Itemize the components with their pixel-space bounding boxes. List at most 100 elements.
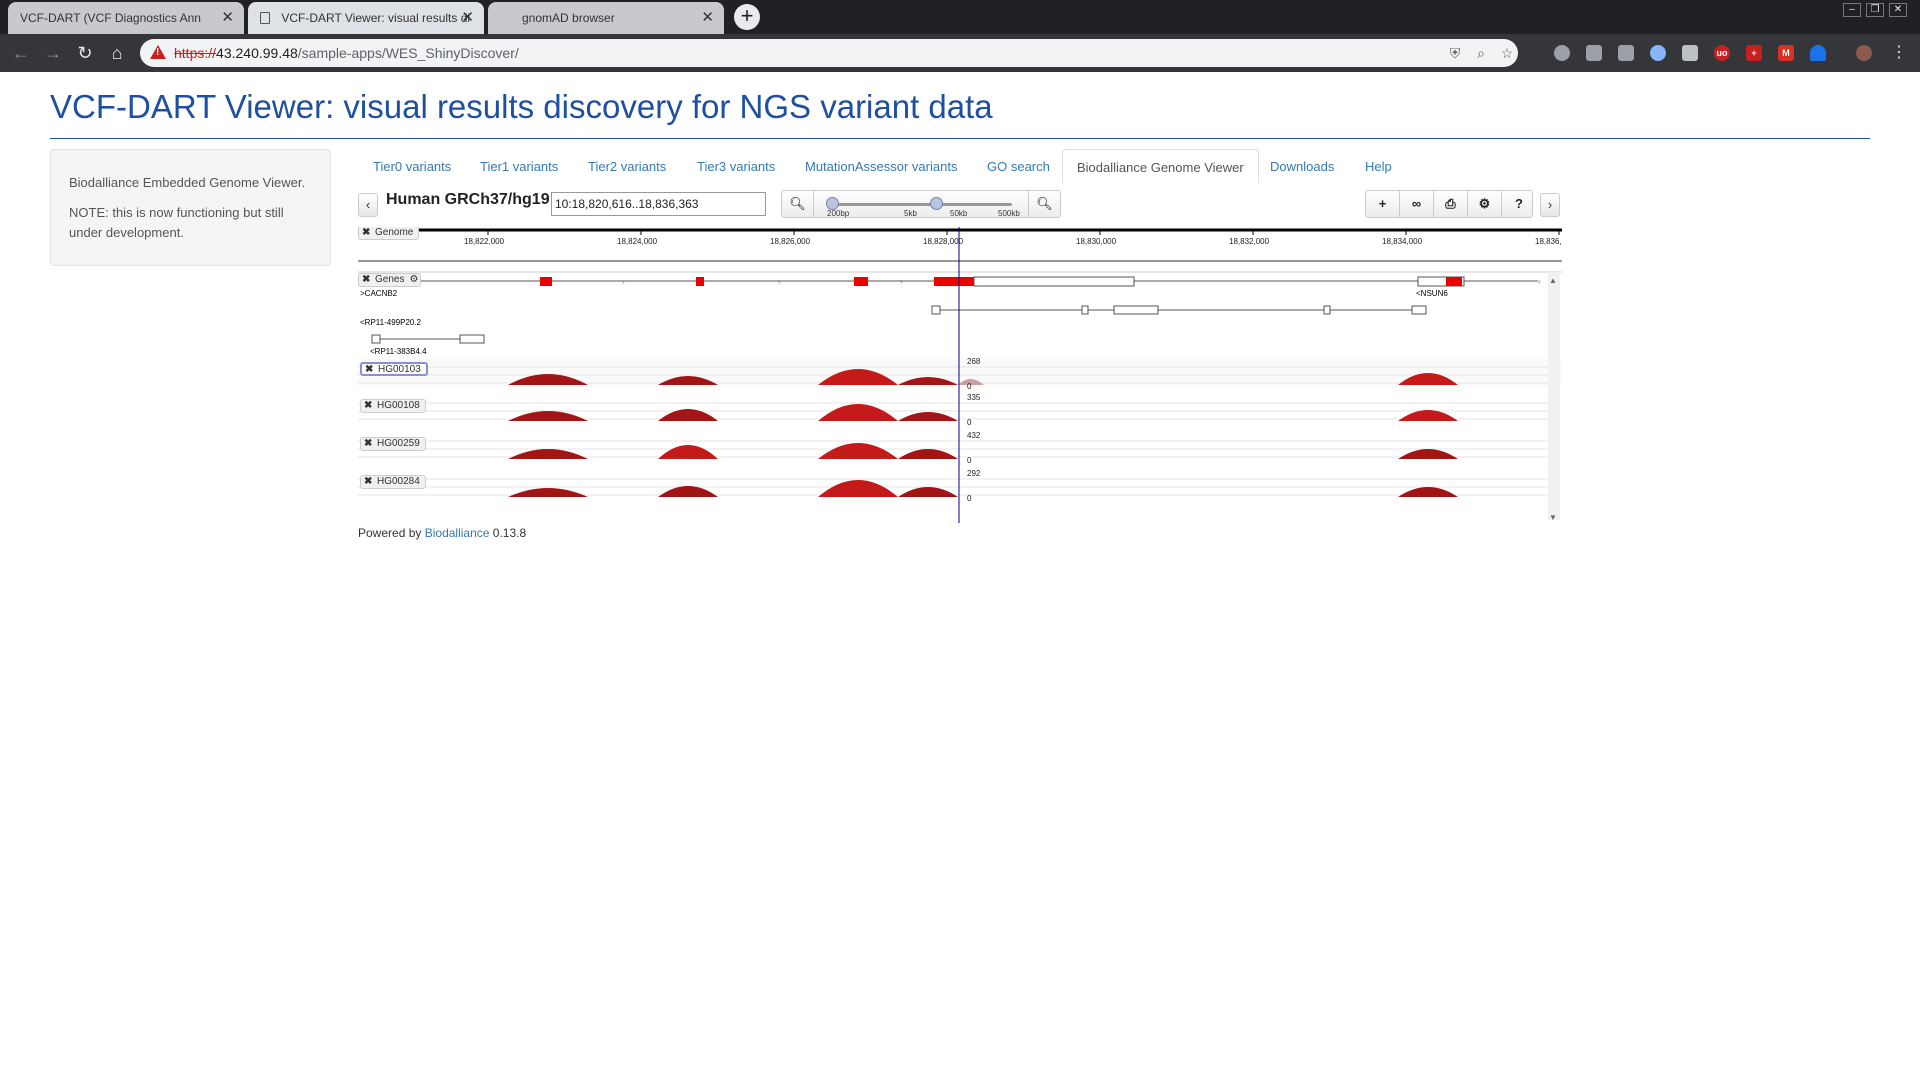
remove-track-icon[interactable]: ✖ (362, 227, 370, 239)
address-bar[interactable]: ! https://43.240.99.48/sample-apps/WES_S… (140, 39, 1518, 67)
tab-title: VCF-DART Viewer: visual results di (281, 11, 471, 25)
print-icon[interactable]: ⎙ (1434, 191, 1468, 217)
remove-track-icon[interactable]: ✖ (362, 274, 370, 286)
powered-by: Powered by Biodalliance 0.13.8 (358, 526, 526, 540)
gene-label-rp11-383b4[interactable]: <RP11-383B4.4 (370, 347, 427, 356)
page-title: VCF-DART Viewer: visual results discover… (50, 88, 993, 125)
menu-kebab-icon[interactable]: ⋮ (1886, 40, 1912, 66)
ruler-tick-label: 18,834,000 (1382, 237, 1423, 246)
extension-message-icon[interactable] (1682, 45, 1698, 61)
coverage-max: 335 (967, 393, 981, 402)
gene-label-rp11-499p20[interactable]: <RP11-499P20.2 (360, 318, 421, 327)
track-label-hg00103[interactable]: ✖ HG00103 (360, 362, 428, 376)
extension-plus-icon[interactable]: + (1746, 45, 1762, 61)
track-name: HG00284 (377, 476, 420, 487)
close-icon[interactable]: ✕ (701, 2, 714, 34)
bookmark-star-icon[interactable]: ☆ (1498, 45, 1516, 61)
remove-track-icon[interactable]: ✖ (365, 364, 373, 376)
zoom-out-icon[interactable]: 🔍︎ (782, 191, 814, 217)
extension-shield-icon[interactable] (1618, 45, 1634, 61)
coverage-max: 432 (967, 431, 981, 440)
remove-track-icon[interactable]: ✖ (364, 400, 372, 412)
remove-track-icon[interactable]: ✖ (364, 476, 372, 488)
forward-icon[interactable]: → (40, 40, 66, 66)
tab-tier1-variants[interactable]: Tier1 variants (480, 149, 558, 184)
tab-tier2-variants[interactable]: Tier2 variants (588, 149, 666, 184)
utr (973, 276, 1135, 287)
track-area[interactable]: › › › ‹ ▲ ▼ 18,822,000 18,824,000 18,826… (358, 227, 1562, 523)
zoom-label-200bp: 200bp (827, 209, 850, 218)
coverage-hg00284 (358, 478, 1548, 497)
url-scheme: https:// (174, 45, 217, 61)
extension-cast-icon[interactable] (1586, 45, 1602, 61)
tab-tier0-variants[interactable]: Tier0 variants (373, 149, 451, 184)
back-icon[interactable]: ← (8, 40, 34, 66)
exon (696, 277, 704, 286)
browser-tab-vcf-dart[interactable]: VCF-DART (VCF Diagnostics Ann ✕ (8, 2, 244, 34)
close-icon[interactable]: ✕ (221, 2, 234, 34)
coverage-min: 0 (967, 418, 972, 427)
chevron-left-icon: ‹ (365, 197, 371, 212)
remove-track-icon[interactable]: ✖ (364, 438, 372, 450)
zoom-in-icon[interactable]: 🔍︎ (1028, 191, 1060, 217)
not-secure-warning-icon[interactable]: ! (150, 45, 166, 59)
browser-tab-viewer[interactable]: VCF-DART Viewer: visual results di ✕ (248, 2, 484, 34)
blocked-content-icon[interactable]: ⛨ (1446, 45, 1464, 61)
version: 0.13.8 (492, 526, 527, 540)
home-icon[interactable]: ⌂ (104, 40, 130, 66)
zoom-slider-track[interactable] (832, 203, 1012, 206)
tab-go-search[interactable]: GO search (987, 149, 1050, 184)
coverage-min: 0 (967, 382, 972, 391)
tab-help[interactable]: Help (1365, 149, 1392, 184)
coverage-hg00108 (358, 402, 1548, 421)
genome-viewer: ‹ Human GRCh37/hg19 🔍︎ 200bp 5kb 50kb 50… (358, 189, 1562, 523)
track-label-hg00284[interactable]: ✖ HG00284 (360, 475, 426, 489)
track-name: HG00108 (377, 400, 420, 411)
ruler-tick-label: 18,824,000 (617, 237, 658, 246)
coverage-min: 0 (967, 494, 972, 503)
tab-tier3-variants[interactable]: Tier3 variants (697, 149, 775, 184)
gene-label-nsun6[interactable]: <NSUN6 (1416, 289, 1448, 298)
track-name: HG00259 (377, 438, 420, 449)
coverage-max: 292 (967, 469, 981, 478)
minimize-icon[interactable]: – (1843, 3, 1861, 17)
coverage-max: 268 (967, 357, 981, 366)
help-icon[interactable]: ? (1502, 191, 1536, 217)
extension-search-icon[interactable] (1650, 45, 1666, 61)
track-settings-icon[interactable]: ⚙ (410, 274, 419, 286)
zoom-slider-knob[interactable] (930, 197, 943, 210)
new-tab-button[interactable]: + (734, 4, 760, 30)
biodalliance-link[interactable]: Biodalliance (425, 526, 490, 540)
track-label-hg00259[interactable]: ✖ HG00259 (360, 437, 426, 451)
track-label-genes[interactable]: ✖ Genes ⚙ (358, 273, 422, 287)
pan-left-button[interactable]: ‹ (358, 193, 378, 217)
plus-icon[interactable]: + (1366, 191, 1400, 217)
gears-icon[interactable]: ⚙ (1468, 191, 1502, 217)
exon (934, 277, 974, 286)
exon (540, 277, 552, 286)
extension-arc-icon[interactable] (1810, 45, 1826, 61)
zoom-icon[interactable]: ⌕ (1472, 45, 1490, 61)
binoculars-icon[interactable]: ∞ (1400, 191, 1434, 217)
track-scrollbar (1548, 272, 1560, 520)
location-input[interactable] (551, 192, 766, 216)
close-icon[interactable]: ✕ (461, 2, 474, 34)
extension-ublock-icon[interactable]: uo (1714, 45, 1730, 61)
gene-label-cacnb2[interactable]: >CACNB2 (360, 289, 397, 298)
tab-downloads[interactable]: Downloads (1270, 149, 1334, 184)
reload-icon[interactable]: ↻ (72, 40, 98, 66)
track-label-genome[interactable]: ✖ Genome (358, 227, 420, 240)
browser-tab-gnomad[interactable]: gnomAD browser ✕ (488, 2, 724, 34)
restore-icon[interactable]: ❐ (1866, 3, 1884, 17)
svg-text:›: › (622, 277, 625, 286)
extension-chat-icon[interactable] (1554, 45, 1570, 61)
pan-right-button[interactable]: › (1540, 193, 1560, 217)
extension-m-icon[interactable]: M (1778, 45, 1794, 61)
tab-mutationassessor-variants[interactable]: MutationAssessor variants (805, 149, 957, 184)
exon (854, 277, 868, 286)
chevron-right-icon: › (1547, 197, 1553, 212)
close-window-icon[interactable]: ✕ (1889, 3, 1907, 17)
profile-avatar[interactable] (1856, 45, 1872, 61)
track-label-hg00108[interactable]: ✖ HG00108 (360, 399, 426, 413)
tab-biodalliance-genome-viewer[interactable]: Biodalliance Genome Viewer (1062, 149, 1259, 184)
